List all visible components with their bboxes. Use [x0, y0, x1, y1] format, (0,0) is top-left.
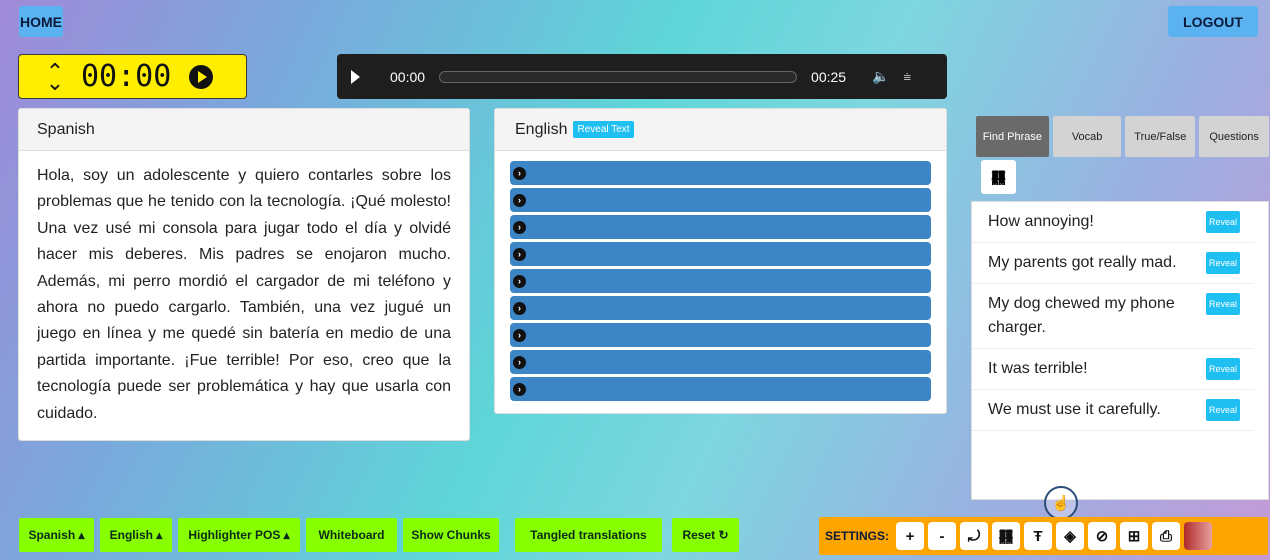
phrase-row: We must use it carefully. Reveal	[972, 390, 1254, 431]
phrase-row: It was terrible! Reveal	[972, 349, 1254, 390]
logout-button[interactable]: LOGOUT	[1168, 6, 1258, 37]
english-chunk-bar[interactable]: ›	[510, 215, 931, 239]
phrase-text: It was terrible!	[988, 360, 1088, 377]
hide-icon[interactable]: ⊘	[1088, 522, 1117, 550]
chevron-right-icon[interactable]: ›	[513, 166, 526, 180]
chevron-right-icon[interactable]: ›	[513, 301, 526, 315]
english-dropdown-button[interactable]: English ▴	[100, 518, 172, 552]
spanish-panel: Spanish Hola, soy un adolescente y quier…	[18, 108, 470, 441]
english-chunk-bar[interactable]: ›	[510, 269, 931, 293]
settings-label: SETTINGS:	[825, 529, 890, 543]
english-chunk-bar[interactable]: ›	[510, 188, 931, 212]
spanish-panel-title: Spanish	[19, 109, 469, 151]
spanish-dropdown-button[interactable]: Spanish ▴	[19, 518, 94, 552]
phrase-list: How annoying! Reveal My parents got real…	[971, 201, 1269, 500]
exercise-panel: Find Phrase Vocab True/False Questions 䨻…	[971, 108, 1269, 500]
audio-progress-bar[interactable]	[439, 70, 798, 83]
reveal-text-button[interactable]: Reveal Text	[573, 121, 634, 138]
timer-adjust-icon[interactable]: ⌃ ⌄	[43, 60, 67, 93]
translate-icon[interactable]: 䨻	[981, 160, 1016, 194]
phrase-row: How annoying! Reveal	[972, 202, 1254, 243]
english-panel: English Reveal Text › › › › › › › › ›	[494, 108, 947, 414]
audio-player: 00:00 00:25 🔈 ⩧	[337, 54, 947, 99]
font-style-icon[interactable]: Ŧ	[1024, 522, 1053, 550]
phrase-reveal-button[interactable]: Reveal	[1205, 252, 1240, 274]
font-increase-button[interactable]: +	[896, 522, 925, 550]
english-chunk-bar[interactable]: ›	[510, 377, 931, 401]
timer-display: 00:00	[81, 59, 172, 94]
tab-true-false[interactable]: True/False	[1125, 116, 1196, 157]
chevron-right-icon[interactable]: ›	[513, 247, 526, 261]
tab-vocab[interactable]: Vocab	[1052, 116, 1122, 157]
tab-questions[interactable]: Questions	[1199, 116, 1269, 157]
whiteboard-button[interactable]: Whiteboard	[306, 518, 397, 552]
playback-speed-icon[interactable]: ⩧	[904, 69, 912, 85]
chevron-right-icon[interactable]: ›	[513, 328, 526, 342]
english-chunk-bar[interactable]: ›	[510, 350, 931, 374]
chevron-right-icon[interactable]: ›	[513, 220, 526, 234]
audio-duration: 00:25	[811, 68, 847, 85]
phrase-reveal-button[interactable]: Reveal	[1205, 211, 1240, 233]
phrase-text: How annoying!	[988, 213, 1094, 230]
chevron-right-icon[interactable]: ›	[513, 193, 526, 207]
home-button[interactable]: HOME	[19, 6, 63, 37]
audio-play-icon[interactable]	[351, 69, 360, 84]
audio-current-time: 00:00	[390, 68, 426, 85]
hand-pointer-icon[interactable]: ☝	[1044, 486, 1078, 520]
exercise-tabs: Find Phrase Vocab True/False Questions	[971, 108, 1269, 157]
chevron-right-icon[interactable]: ›	[513, 274, 526, 288]
timer-play-icon[interactable]	[189, 64, 214, 89]
phrase-text: My parents got really mad.	[988, 254, 1177, 271]
show-chunks-button[interactable]: Show Chunks	[403, 518, 499, 552]
timer: ⌃ ⌄ 00:00	[18, 54, 247, 99]
phrase-row: My parents got really mad. Reveal	[972, 243, 1254, 284]
english-chunk-bar[interactable]: ›	[510, 296, 931, 320]
paint-bucket-icon[interactable]: ◈	[1056, 522, 1085, 550]
phrase-text: My dog chewed my phone charger.	[988, 295, 1175, 336]
english-panel-header: English Reveal Text	[495, 109, 946, 151]
print-icon[interactable]: ⎙	[1152, 522, 1181, 550]
phrase-reveal-button[interactable]: Reveal	[1205, 293, 1240, 315]
english-chunk-bar[interactable]: ›	[510, 242, 931, 266]
phrase-reveal-button[interactable]: Reveal	[1205, 358, 1240, 380]
color-swatch-icon[interactable]	[1184, 522, 1213, 550]
phrase-text: We must use it carefully.	[988, 401, 1161, 418]
layout-swap-icon[interactable]: ⤾	[960, 522, 989, 550]
english-chunk-bar[interactable]: ›	[510, 161, 931, 185]
tab-find-phrase[interactable]: Find Phrase	[976, 116, 1049, 157]
english-panel-title: English	[515, 120, 568, 138]
volume-icon[interactable]: 🔈	[872, 68, 889, 85]
chevron-right-icon[interactable]: ›	[513, 382, 526, 396]
translate-toggle-icon[interactable]: 䨻	[992, 522, 1021, 550]
english-chunk-bar[interactable]: ›	[510, 323, 931, 347]
spanish-text[interactable]: Hola, soy un adolescente y quiero contar…	[19, 151, 469, 439]
font-decrease-button[interactable]: -	[928, 522, 957, 550]
reset-button[interactable]: Reset ↻	[672, 518, 739, 552]
phrase-row: My dog chewed my phone charger. Reveal	[972, 284, 1254, 349]
chevron-right-icon[interactable]: ›	[513, 355, 526, 369]
highlighter-pos-button[interactable]: Highlighter POS ▴	[178, 518, 300, 552]
settings-bar: SETTINGS: + - ⤾ 䨻 Ŧ ◈ ⊘ ⊞ ⎙	[819, 517, 1268, 555]
english-chunk-list: › › › › › › › › ›	[495, 151, 946, 401]
tangled-translations-button[interactable]: Tangled translations	[515, 518, 662, 552]
grid-layout-icon[interactable]: ⊞	[1120, 522, 1149, 550]
phrase-reveal-button[interactable]: Reveal	[1205, 399, 1240, 421]
